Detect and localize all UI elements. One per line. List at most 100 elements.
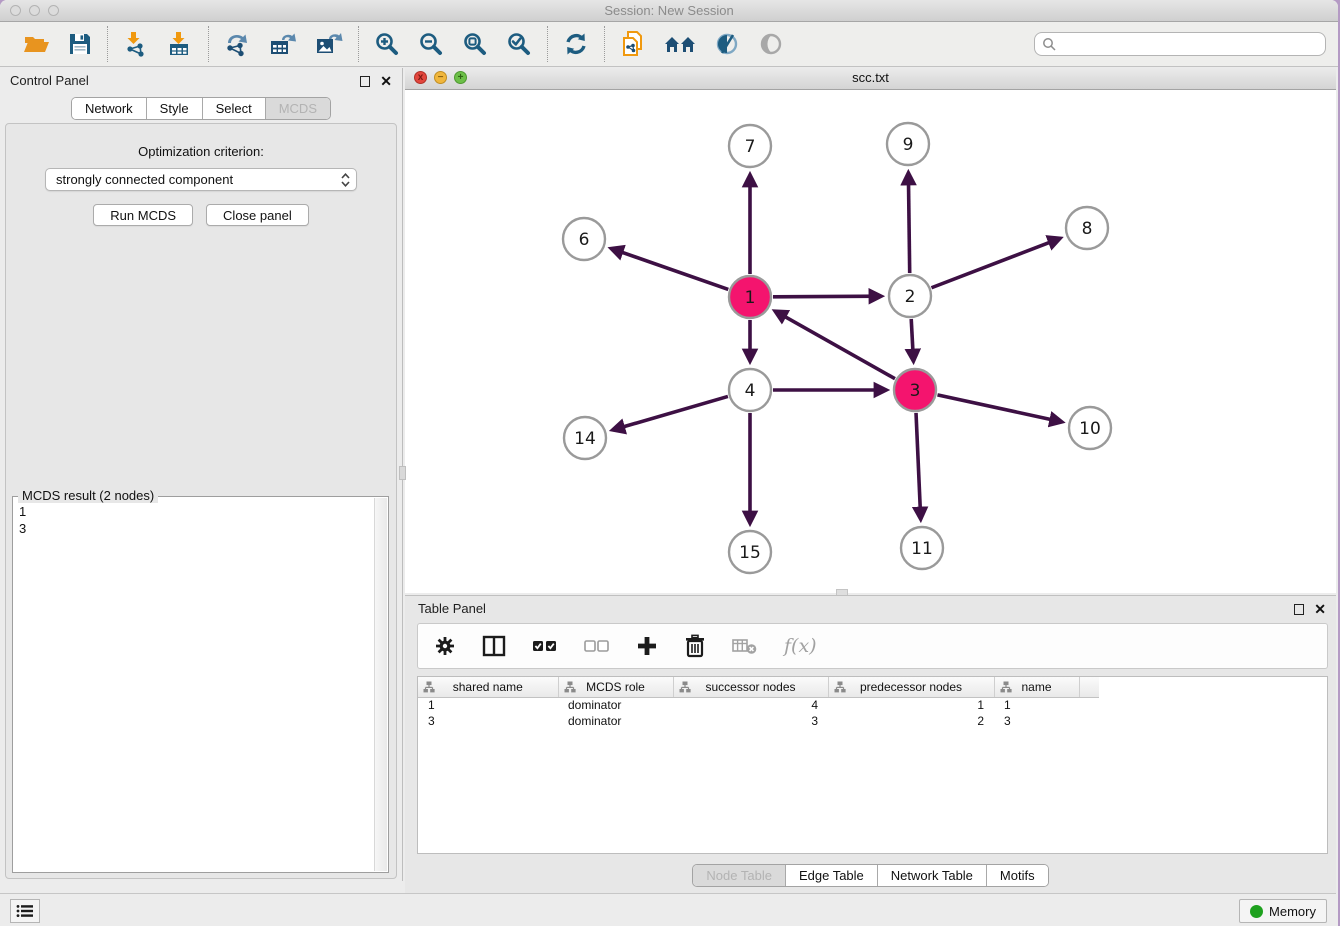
task-history-button[interactable] bbox=[10, 899, 40, 923]
select-all-columns-button[interactable] bbox=[532, 636, 558, 656]
import-table-button[interactable] bbox=[167, 31, 193, 57]
memory-button[interactable]: Memory bbox=[1239, 899, 1327, 923]
table-settings-button[interactable] bbox=[434, 635, 456, 657]
network-minimize-button[interactable]: − bbox=[434, 71, 447, 84]
mcds-result-text[interactable]: 1 3 bbox=[15, 501, 372, 870]
close-panel-icon[interactable]: ✕ bbox=[380, 74, 392, 88]
table-cell: 3 bbox=[673, 713, 828, 729]
delete-column-button[interactable] bbox=[684, 634, 706, 658]
copy-network-button[interactable] bbox=[620, 30, 646, 58]
graph-node-11[interactable]: 11 bbox=[901, 527, 943, 569]
tab-style[interactable]: Style bbox=[147, 98, 203, 119]
edge-2-9[interactable] bbox=[908, 173, 909, 273]
zoom-selected-button[interactable] bbox=[506, 31, 532, 57]
edge-1-6[interactable] bbox=[611, 249, 728, 290]
optimization-criterion-select[interactable]: strongly connected component bbox=[45, 168, 357, 191]
graph-node-7[interactable]: 7 bbox=[729, 125, 771, 167]
table-row[interactable]: 3dominator323 bbox=[418, 713, 1099, 729]
graph-node-3[interactable]: 3 bbox=[894, 369, 936, 411]
graph-node-2[interactable]: 2 bbox=[889, 275, 931, 317]
trash-icon bbox=[684, 634, 706, 658]
table-cell: 4 bbox=[673, 697, 828, 713]
close-window-button[interactable] bbox=[10, 5, 21, 16]
graph-node-6[interactable]: 6 bbox=[563, 218, 605, 260]
column-header-predecessor-nodes[interactable]: predecessor nodes bbox=[828, 677, 994, 697]
svg-text:14: 14 bbox=[574, 429, 596, 449]
export-image-icon bbox=[315, 31, 343, 57]
zoom-window-button[interactable] bbox=[48, 5, 59, 16]
zoom-fit-button[interactable] bbox=[462, 31, 488, 57]
task-list-icon bbox=[16, 904, 34, 918]
vertical-splitter-handle[interactable] bbox=[399, 466, 406, 480]
graph-node-1[interactable]: 1 bbox=[729, 276, 771, 318]
refresh-button[interactable] bbox=[563, 31, 589, 57]
graph-node-10[interactable]: 10 bbox=[1069, 407, 1111, 449]
search-icon bbox=[1042, 37, 1057, 52]
network-maximize-button[interactable]: + bbox=[454, 71, 467, 84]
graphics-details-button[interactable] bbox=[714, 31, 740, 57]
eye-button[interactable] bbox=[758, 31, 784, 57]
edge-4-14[interactable] bbox=[613, 396, 728, 429]
export-image-button[interactable] bbox=[315, 31, 343, 57]
delete-table-button[interactable] bbox=[732, 636, 758, 656]
run-mcds-button[interactable]: Run MCDS bbox=[93, 204, 193, 226]
column-header-successor-nodes[interactable]: successor nodes bbox=[673, 677, 828, 697]
svg-text:1: 1 bbox=[745, 288, 756, 308]
graph-node-15[interactable]: 15 bbox=[729, 531, 771, 573]
close-table-panel-icon[interactable]: ✕ bbox=[1314, 602, 1326, 616]
export-network-button[interactable] bbox=[224, 31, 251, 57]
houses-button[interactable] bbox=[664, 32, 696, 56]
tab-mcds[interactable]: MCDS bbox=[266, 98, 330, 119]
minimize-window-button[interactable] bbox=[29, 5, 40, 16]
edge-3-10[interactable] bbox=[937, 395, 1061, 422]
table-panel-title: Table Panel bbox=[418, 601, 486, 616]
table-cell: 1 bbox=[828, 697, 994, 713]
add-column-button[interactable] bbox=[636, 635, 658, 657]
save-session-button[interactable] bbox=[68, 32, 92, 56]
float-panel-icon[interactable] bbox=[360, 76, 370, 87]
graph-node-9[interactable]: 9 bbox=[887, 123, 929, 165]
network-close-button[interactable]: x bbox=[414, 71, 427, 84]
tab-network-table[interactable]: Network Table bbox=[878, 865, 987, 886]
edge-1-2[interactable] bbox=[773, 296, 881, 297]
tab-edge-table[interactable]: Edge Table bbox=[786, 865, 878, 886]
delete-table-icon bbox=[732, 636, 758, 656]
houses-icon bbox=[664, 32, 696, 56]
network-canvas[interactable]: 7 9 6 8 1 2 4 3 14 10 15 11 bbox=[405, 90, 1336, 593]
svg-text:6: 6 bbox=[579, 230, 590, 250]
graph-node-14[interactable]: 14 bbox=[564, 417, 606, 459]
edge-3-1[interactable] bbox=[775, 311, 895, 378]
table-row[interactable]: 1dominator411 bbox=[418, 697, 1099, 713]
zoom-out-button[interactable] bbox=[418, 31, 444, 57]
import-network-icon bbox=[123, 31, 149, 57]
control-panel: Control Panel ✕ NetworkStyleSelectMCDS O… bbox=[0, 68, 403, 881]
zoom-in-button[interactable] bbox=[374, 31, 400, 57]
edge-2-8[interactable] bbox=[931, 238, 1059, 287]
result-scrollbar[interactable] bbox=[374, 498, 387, 871]
import-table-icon bbox=[167, 31, 193, 57]
edge-2-3[interactable] bbox=[911, 319, 913, 361]
tab-motifs[interactable]: Motifs bbox=[987, 865, 1048, 886]
column-header-shared-name[interactable]: shared name bbox=[418, 677, 558, 697]
edge-3-11[interactable] bbox=[916, 413, 921, 519]
tab-network[interactable]: Network bbox=[72, 98, 147, 119]
float-table-panel-icon[interactable] bbox=[1294, 604, 1304, 615]
export-table-button[interactable] bbox=[269, 31, 297, 57]
optimization-criterion-label: Optimization criterion: bbox=[6, 144, 396, 159]
function-builder-button[interactable]: f(x) bbox=[784, 635, 817, 657]
unselect-all-columns-button[interactable] bbox=[584, 636, 610, 656]
close-panel-button[interactable]: Close panel bbox=[206, 204, 309, 226]
graph-node-8[interactable]: 8 bbox=[1066, 207, 1108, 249]
search-input[interactable] bbox=[1057, 37, 1318, 52]
tab-select[interactable]: Select bbox=[203, 98, 266, 119]
graph-node-4[interactable]: 4 bbox=[729, 369, 771, 411]
open-session-button[interactable] bbox=[23, 32, 50, 56]
tab-node-table[interactable]: Node Table bbox=[693, 865, 786, 886]
show-column-panel-button[interactable] bbox=[482, 635, 506, 657]
column-header-name[interactable]: name bbox=[994, 677, 1079, 697]
import-network-button[interactable] bbox=[123, 31, 149, 57]
table-cell: 3 bbox=[994, 713, 1079, 729]
select-chevrons-icon bbox=[341, 173, 350, 187]
table-panel-header: Table Panel ✕ bbox=[405, 596, 1336, 621]
column-header-MCDS-role[interactable]: MCDS role bbox=[558, 677, 673, 697]
